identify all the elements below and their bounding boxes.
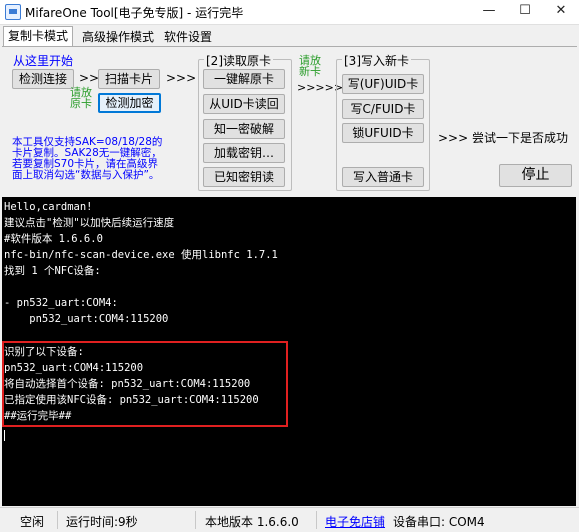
read-from-uid-card-button[interactable]: 从UID卡读回: [203, 94, 285, 114]
known-key-read-button[interactable]: 已知密钥读: [203, 167, 285, 187]
status-state: 空闲: [20, 515, 45, 529]
console-line: nfc-bin/nfc-scan-device.exe 使用libnfc 1.7…: [4, 249, 278, 261]
text-cursor: [4, 430, 5, 441]
write-uf-uid-button[interactable]: 写(UF)UID卡: [342, 74, 424, 94]
stop-button[interactable]: 停止: [499, 164, 572, 187]
try-success-hint: >>> 尝试一下是否成功: [438, 131, 568, 145]
status-divider: [316, 511, 317, 529]
one-click-decrypt-button[interactable]: 一键解原卡: [203, 69, 285, 89]
detect-connection-button[interactable]: 检测连接: [12, 69, 74, 89]
start-here-label: 从这里开始: [13, 54, 74, 68]
app-icon: [5, 4, 21, 20]
place-original-line: 原卡: [70, 97, 92, 110]
console-line: 建议点击"检测"以加快后续运行速度: [4, 217, 175, 229]
console-line: - pn532_uart:COM4:: [4, 297, 118, 309]
read-group-header: [2]读取原卡: [204, 52, 273, 69]
status-divider: [195, 511, 196, 529]
status-runtime: 运行时间:9秒: [66, 515, 138, 529]
support-note: 本工具仅支持SAK=08/18/28的 卡片复制。SAK28无一键解密， 若要复…: [12, 137, 162, 181]
write-group-header: [3]写入新卡: [342, 52, 411, 69]
status-divider: [57, 511, 58, 529]
check-encryption-button[interactable]: 检测加密: [98, 93, 161, 113]
console-line: Hello,cardman!: [4, 201, 93, 213]
console-line: #软件版本 1.6.6.0: [4, 233, 103, 245]
status-version: 本地版本 1.6.6.0: [205, 515, 299, 529]
write-cfuid-button[interactable]: 写C/FUID卡: [342, 99, 424, 119]
note-line: 面上取消勾选“数据与入保护”。: [12, 169, 160, 181]
status-port: 设备串口: COM4: [393, 515, 485, 529]
place-new-card-label: 请放 新卡: [299, 55, 321, 77]
tab-settings[interactable]: 软件设置: [160, 28, 216, 46]
known-key-crack-button[interactable]: 知一密破解: [203, 119, 285, 139]
console-line: 找到 1 个NFC设备:: [4, 265, 101, 277]
copy-mode-panel: 从这里开始 检测连接 >> 扫描卡片 >>> 请放 原卡 检测加密 本工具仅支持…: [2, 46, 577, 196]
arrow-label: >>>: [166, 71, 197, 85]
shop-link[interactable]: 电子免店铺: [325, 513, 385, 530]
scan-card-button[interactable]: 扫描卡片: [98, 69, 160, 89]
window-title: MifareOne Tool[电子免专版] - 运行完毕: [25, 6, 244, 20]
tab-advanced-mode[interactable]: 高级操作模式: [78, 28, 158, 46]
load-keys-button[interactable]: 加载密钥…: [203, 143, 285, 163]
place-original-card-label: 请放 原卡: [70, 87, 92, 109]
lock-ufuid-button[interactable]: 锁UFUID卡: [342, 123, 424, 143]
maximize-icon[interactable]: ☐: [507, 0, 543, 24]
close-icon[interactable]: ✕: [543, 0, 579, 24]
console-line: pn532_uart:COM4:115200: [4, 313, 169, 325]
highlight-box: [2, 341, 288, 427]
tab-copy-mode[interactable]: 复制卡模式: [3, 26, 74, 47]
console-output[interactable]: Hello,cardman! 建议点击"检测"以加快后续运行速度 #软件版本 1…: [2, 197, 576, 506]
place-new-line: 新卡: [299, 65, 321, 78]
title-bar: MifareOne Tool[电子免专版] - 运行完毕 — ☐ ✕: [0, 0, 579, 25]
arrow-label: >>: [79, 71, 100, 85]
status-bar: 空闲 运行时间:9秒 本地版本 1.6.6.0 电子免店铺 设备串口: COM4: [0, 507, 579, 532]
minimize-icon[interactable]: —: [471, 0, 507, 24]
write-normal-card-button[interactable]: 写入普通卡: [342, 167, 424, 187]
